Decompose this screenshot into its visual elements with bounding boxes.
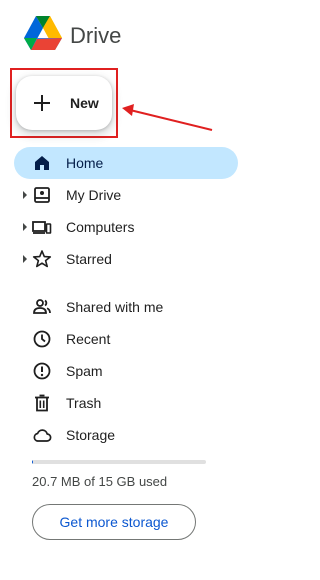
storage-usage-bar [32, 460, 206, 464]
nav-item-trash[interactable]: Trash [14, 387, 238, 419]
caret-right-icon[interactable] [22, 191, 28, 199]
caret-right-icon[interactable] [22, 223, 28, 231]
get-more-storage-button[interactable]: Get more storage [32, 504, 196, 540]
nav-item-home[interactable]: Home [14, 147, 238, 179]
new-button[interactable]: New [16, 76, 112, 130]
home-icon [35, 156, 49, 170]
nav-item-label: Starred [66, 251, 112, 267]
nav-item-label: Trash [66, 395, 102, 411]
new-button-label: New [70, 95, 99, 111]
trash-icon [35, 394, 49, 412]
caret-right-icon[interactable] [22, 255, 28, 263]
people-icon [33, 299, 51, 314]
nav-item-label: Computers [66, 219, 135, 235]
star-icon [32, 250, 52, 268]
computers-icon [32, 221, 52, 234]
storage-usage-fill [32, 460, 34, 464]
nav-item-computers[interactable]: Computers [14, 211, 238, 243]
nav-item-storage[interactable]: Storage [14, 419, 238, 451]
nav-item-label: My Drive [66, 187, 122, 203]
nav-item-label: Storage [66, 427, 116, 443]
app-title: Drive [70, 23, 122, 48]
nav-item-label: Recent [66, 331, 111, 347]
my-drive-icon [34, 187, 50, 203]
nav-item-label: Shared with me [66, 299, 164, 315]
cloud-icon [33, 429, 52, 442]
nav-item-my-drive[interactable]: My Drive [14, 179, 238, 211]
nav-item-shared-with-me[interactable]: Shared with me [14, 291, 238, 323]
storage-usage-text: 20.7 MB of 15 GB used [32, 474, 168, 489]
google-drive-logo-icon[interactable] [24, 16, 62, 50]
spam-icon [33, 362, 51, 380]
plus-icon [34, 95, 50, 111]
nav-item-label: Home [66, 155, 104, 171]
nav-item-label: Spam [66, 363, 103, 379]
nav-item-starred[interactable]: Starred [14, 243, 238, 275]
annotation-arrow-icon [122, 104, 213, 131]
nav-item-recent[interactable]: Recent [14, 323, 238, 355]
nav-item-spam[interactable]: Spam [14, 355, 238, 387]
clock-icon [33, 330, 51, 348]
